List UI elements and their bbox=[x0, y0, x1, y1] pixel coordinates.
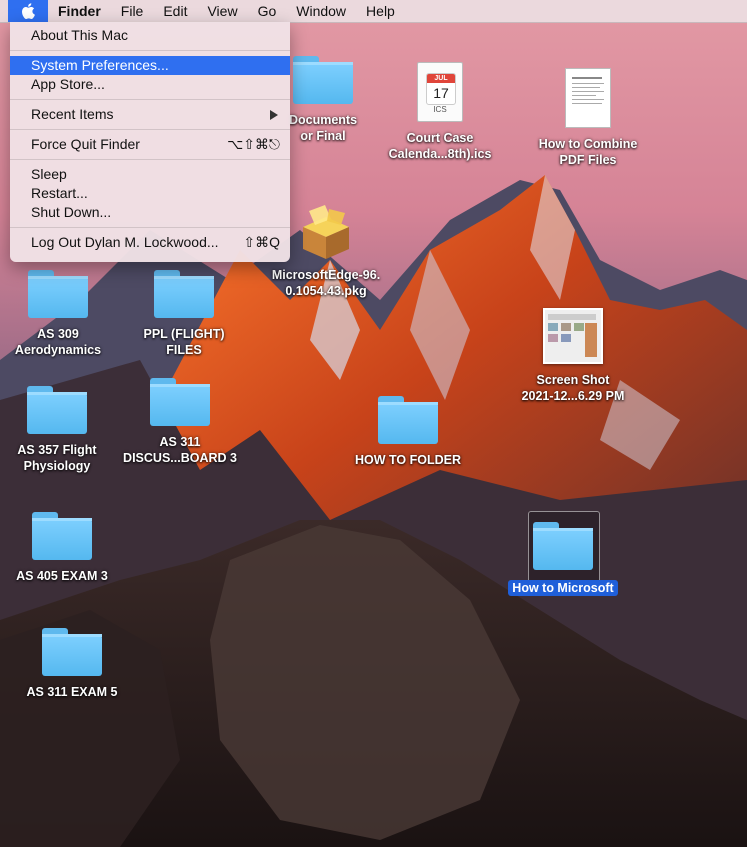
menu-item-label: Recent Items bbox=[31, 106, 114, 122]
menu-item-sleep[interactable]: Sleep bbox=[10, 165, 290, 184]
menu-item-label: About This Mac bbox=[31, 27, 129, 43]
folder-icon bbox=[150, 378, 210, 426]
desktop-item-screenshot[interactable]: Screen Shot 2021-12...6.29 PM bbox=[514, 308, 632, 404]
menu-item-label: App Store... bbox=[31, 76, 105, 92]
menu-separator bbox=[10, 227, 290, 228]
menu-item-recent-items[interactable]: Recent Items bbox=[10, 105, 290, 124]
desktop-item-as309[interactable]: AS 309 Aerodynamics bbox=[8, 270, 108, 358]
folder-icon bbox=[378, 396, 438, 444]
folder-icon bbox=[154, 270, 214, 318]
desktop-item-as311-exam5[interactable]: AS 311 EXAM 5 bbox=[18, 628, 126, 700]
menu-item-force-quit[interactable]: Force Quit Finder ⌥⇧⌘⎋ bbox=[10, 135, 290, 154]
menu-item-label: Force Quit Finder bbox=[31, 136, 140, 152]
menu-item-system-preferences[interactable]: System Preferences... bbox=[10, 56, 290, 75]
desktop-item-label: MicrosoftEdge-96. 0.1054.43.pkg bbox=[271, 268, 381, 298]
menu-file[interactable]: File bbox=[111, 0, 154, 22]
menu-item-restart[interactable]: Restart... bbox=[10, 184, 290, 203]
desktop-item-label: AS 309 Aerodynamics bbox=[14, 327, 102, 357]
desktop-item-label: How to Microsoft bbox=[508, 580, 618, 596]
apple-menu-button[interactable] bbox=[8, 0, 48, 22]
desktop-item-label: AS 357 Flight Physiology bbox=[17, 443, 97, 473]
menu-item-shortcut: ⌥⇧⌘⎋ bbox=[227, 136, 280, 152]
folder-icon bbox=[42, 628, 102, 676]
desktop-item-as357[interactable]: AS 357 Flight Physiology bbox=[6, 386, 108, 474]
desktop-item-combine-pdf[interactable]: How to Combine PDF Files bbox=[530, 68, 646, 168]
menu-edit[interactable]: Edit bbox=[153, 0, 197, 22]
menu-item-app-store[interactable]: App Store... bbox=[10, 75, 290, 94]
menu-separator bbox=[10, 159, 290, 160]
menu-item-label: Shut Down... bbox=[31, 204, 112, 220]
menu-separator bbox=[10, 99, 290, 100]
desktop-item-ppl[interactable]: PPL (FLIGHT) FILES bbox=[134, 270, 234, 358]
desktop-item-label: HOW TO FOLDER bbox=[354, 453, 461, 467]
apple-logo-icon bbox=[22, 3, 35, 19]
desktop-item-as405[interactable]: AS 405 EXAM 3 bbox=[8, 512, 116, 584]
desktop-item-label: AS 311 EXAM 5 bbox=[26, 685, 118, 699]
menu-item-about[interactable]: About This Mac bbox=[10, 26, 290, 45]
menu-item-label: System Preferences... bbox=[31, 57, 169, 73]
menu-go[interactable]: Go bbox=[248, 0, 287, 22]
apple-menu-dropdown: About This Mac System Preferences... App… bbox=[10, 22, 290, 262]
desktop-item-label: AS 405 EXAM 3 bbox=[16, 569, 108, 583]
pdf-document-icon bbox=[565, 68, 611, 128]
ics-month: JUL bbox=[427, 74, 455, 83]
menu-separator bbox=[10, 129, 290, 130]
menu-bar: Finder File Edit View Go Window Help bbox=[0, 0, 747, 23]
folder-icon bbox=[32, 512, 92, 560]
desktop-item-label: AS 311 DISCUS...BOARD 3 bbox=[123, 435, 237, 465]
ics-extension: ICS bbox=[433, 105, 447, 114]
package-icon bbox=[303, 205, 349, 259]
calendar-file-icon: JUL 17 ICS bbox=[417, 62, 463, 122]
desktop-item-how-to-folder[interactable]: HOW TO FOLDER bbox=[348, 396, 468, 468]
menu-separator bbox=[10, 50, 290, 51]
menu-item-shortcut: ⇧⌘Q bbox=[243, 234, 280, 250]
menu-item-shut-down[interactable]: Shut Down... bbox=[10, 203, 290, 222]
desktop-item-as311-discussion[interactable]: AS 311 DISCUS...BOARD 3 bbox=[118, 378, 242, 466]
menu-finder[interactable]: Finder bbox=[48, 0, 111, 22]
desktop-item-label: How to Combine PDF Files bbox=[538, 137, 638, 167]
folder-icon bbox=[533, 522, 593, 570]
menu-item-label: Restart... bbox=[31, 185, 88, 201]
screenshot-thumbnail-icon bbox=[543, 308, 603, 364]
submenu-arrow-icon bbox=[270, 110, 278, 120]
desktop-item-court-case-ics[interactable]: JUL 17 ICS Court Case Calenda...8th).ics bbox=[378, 62, 502, 162]
menu-item-log-out[interactable]: Log Out Dylan M. Lockwood... ⇧⌘Q bbox=[10, 233, 290, 252]
menu-item-label: Sleep bbox=[31, 166, 67, 182]
menu-help[interactable]: Help bbox=[356, 0, 405, 22]
menu-window[interactable]: Window bbox=[286, 0, 356, 22]
desktop-item-label: Screen Shot 2021-12...6.29 PM bbox=[521, 373, 625, 403]
folder-icon bbox=[28, 270, 88, 318]
desktop-item-label: PPL (FLIGHT) FILES bbox=[143, 327, 225, 357]
menu-item-label: Log Out Dylan M. Lockwood... bbox=[31, 234, 219, 250]
folder-icon bbox=[293, 56, 353, 104]
folder-icon bbox=[27, 386, 87, 434]
menu-view[interactable]: View bbox=[197, 0, 247, 22]
desktop-item-how-to-microsoft[interactable]: How to Microsoft bbox=[503, 522, 623, 596]
desktop-item-label: Court Case Calenda...8th).ics bbox=[388, 131, 492, 161]
ics-day: 17 bbox=[433, 85, 449, 101]
